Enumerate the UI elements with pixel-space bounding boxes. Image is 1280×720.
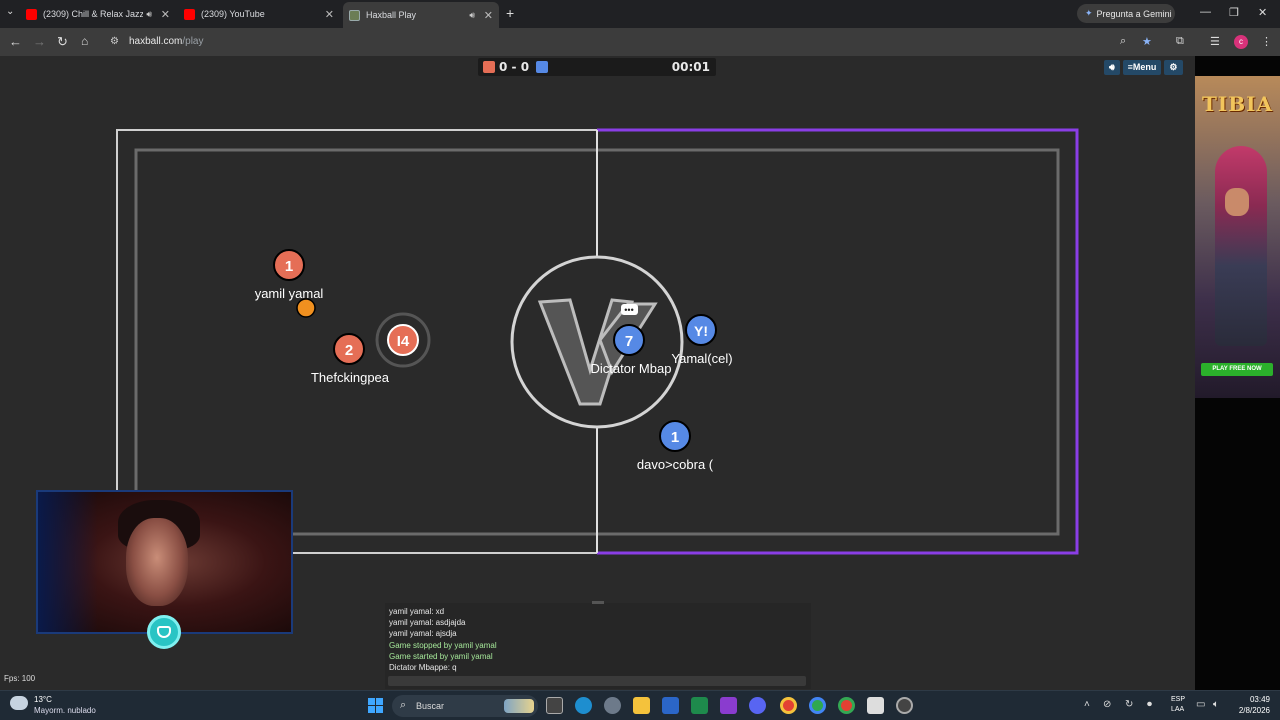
ad-banner[interactable]: TIBIA PLAY FREE NOW: [1195, 56, 1280, 690]
player-blue-1-number: 1: [671, 429, 679, 446]
display-icon[interactable]: ▭: [1196, 699, 1205, 710]
player-red-self-number: I4: [397, 333, 410, 350]
player-blue-7-number: 7: [625, 333, 633, 350]
volume-icon[interactable]: 🔈︎: [1213, 699, 1219, 710]
word-icon[interactable]: [662, 697, 679, 714]
reading-list-icon[interactable]: ☰: [1210, 35, 1220, 48]
chrome-alt-icon[interactable]: [838, 697, 855, 714]
restore-icon[interactable]: ❐: [1229, 6, 1239, 19]
more-options-icon[interactable]: ⋮: [1261, 35, 1272, 48]
player-red-1-name: yamil yamal: [255, 286, 324, 301]
ad-character: [1215, 146, 1267, 346]
chat-message: yamil yamal: ajsdja: [389, 629, 457, 638]
search-icon: ⌕: [400, 699, 407, 711]
ball: [296, 298, 316, 318]
chrome-profile-icon[interactable]: [809, 697, 826, 714]
cloud-weather-icon[interactable]: [10, 696, 28, 710]
player-blue-1-name: davo>cobra (: [637, 457, 714, 472]
taskbar-search[interactable]: ⌕ Buscar: [392, 695, 538, 717]
ad-character-face: [1225, 188, 1249, 216]
game-timer: 00:01: [671, 60, 710, 74]
score-separator: -: [511, 60, 517, 74]
settings-app-icon[interactable]: [604, 697, 621, 714]
sync-icon[interactable]: ↻: [1125, 699, 1133, 710]
player-red-2-number: 2: [345, 342, 353, 359]
discord-icon[interactable]: [749, 697, 766, 714]
game-controls: 🔊︎ ≡Menu ⚙︎: [1104, 60, 1183, 75]
clock-time[interactable]: 03:49: [1238, 695, 1270, 704]
ad-artwork: [1195, 76, 1280, 398]
settings-gear-icon[interactable]: ⚙︎: [1164, 60, 1183, 75]
ad-title: TIBIA: [1201, 92, 1273, 116]
weather-temperature[interactable]: 13°C: [34, 695, 52, 704]
edge-icon[interactable]: [575, 697, 592, 714]
profile-avatar[interactable]: c: [1234, 35, 1248, 49]
window-close-icon[interactable]: ✕: [1258, 6, 1267, 19]
red-score: 0: [499, 60, 508, 74]
player-blue-7-name: Dictator Mbap: [591, 361, 672, 376]
streamer-logo-icon: [147, 615, 181, 649]
clock-date[interactable]: 2/8/2026: [1232, 706, 1270, 715]
chat-resize-handle[interactable]: [592, 601, 604, 604]
microphone-icon[interactable]: ⏺︎: [1147, 699, 1152, 710]
player-blue-y-number: Y!: [694, 323, 708, 339]
chat-box: yamil yamal: xd yamil yamal: asdjajda ya…: [385, 601, 811, 689]
microsoft-store-icon[interactable]: [867, 697, 884, 714]
player-red-1-number: 1: [285, 258, 293, 275]
chat-system-message: Game stopped by yamil yamal: [389, 641, 497, 650]
blue-team-indicator: [536, 61, 548, 73]
keyboard-layout[interactable]: LAA: [1171, 706, 1184, 713]
task-view-icon[interactable]: [546, 697, 563, 714]
player-red-2-name: Thefckingpea: [311, 370, 390, 385]
menu-button[interactable]: ≡Menu: [1122, 60, 1162, 75]
start-windows-icon[interactable]: [368, 698, 383, 713]
clipchamp-icon[interactable]: [720, 697, 737, 714]
webcam-person-face: [126, 518, 188, 606]
show-hidden-icons-chevron-icon[interactable]: ˄: [1084, 699, 1090, 710]
file-explorer-icon[interactable]: [633, 697, 650, 714]
sound-toggle-button[interactable]: 🔊︎: [1104, 60, 1120, 75]
score-bar: 0 - 0 00:01: [478, 58, 716, 76]
ad-play-button[interactable]: PLAY FREE NOW: [1201, 363, 1273, 376]
chat-message: yamil yamal: asdjajda: [389, 618, 466, 627]
score-text: 0 - 0: [499, 60, 529, 74]
webcam-overlay: [36, 490, 293, 634]
search-label: Buscar: [416, 701, 445, 711]
excel-icon[interactable]: [691, 697, 708, 714]
obs-icon[interactable]: [896, 697, 913, 714]
red-team-indicator: [483, 61, 495, 73]
fps-counter: Fps: 100: [4, 674, 36, 683]
chat-message: yamil yamal: xd: [389, 607, 445, 616]
language-code[interactable]: ESP: [1171, 696, 1185, 703]
search-highlight-image: [504, 699, 534, 713]
chat-system-message: Game started by yamil yamal: [389, 652, 493, 661]
blue-score: 0: [520, 60, 530, 74]
player-blue-y-name: Yamal(cel): [671, 351, 732, 366]
mic-muted-icon[interactable]: ⊘: [1103, 699, 1111, 710]
chat-message: Dictator Mbappe: q: [389, 663, 457, 672]
chat-bubble-dots: •••: [624, 305, 633, 315]
chrome-icon[interactable]: [780, 697, 797, 714]
chat-input[interactable]: [388, 676, 806, 686]
weather-description[interactable]: Mayorm. nublado: [34, 706, 96, 715]
webcam-light: [38, 492, 98, 632]
minimize-icon[interactable]: —: [1200, 6, 1211, 18]
windows-taskbar: 13°C Mayorm. nublado ⌕ Buscar ˄ ⊘ ↻ ⏺︎ E…: [0, 690, 1280, 720]
